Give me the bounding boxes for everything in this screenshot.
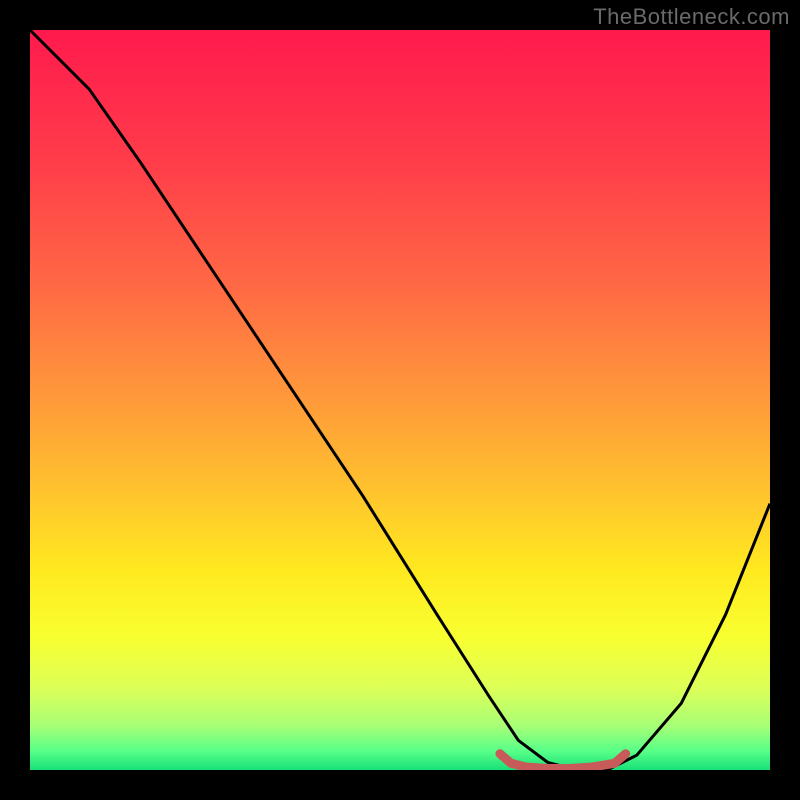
chart-svg — [30, 30, 770, 770]
chart-background — [30, 30, 770, 770]
bottleneck-chart — [30, 30, 770, 770]
watermark-text: TheBottleneck.com — [593, 4, 790, 30]
